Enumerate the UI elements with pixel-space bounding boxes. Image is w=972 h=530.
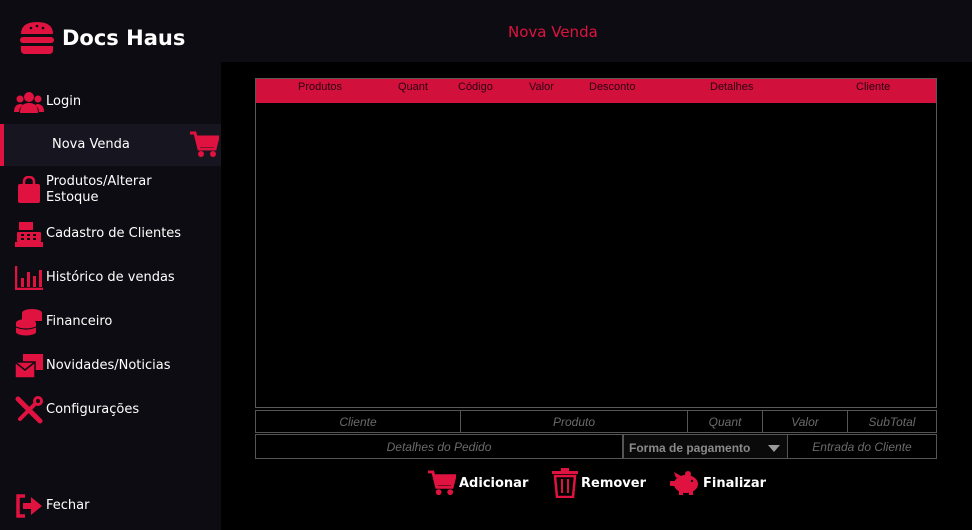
produto-field[interactable]: Produto <box>460 410 688 433</box>
piggy-bank-icon <box>670 471 698 495</box>
sidebar-item-label: Configurações <box>46 402 140 417</box>
produto-placeholder: Produto <box>552 414 596 429</box>
users-icon <box>14 87 44 117</box>
coins-icon <box>14 307 44 337</box>
top-bar: Docs Haus Nova Venda <box>0 0 972 62</box>
cash-register-icon <box>14 219 44 249</box>
entrada-field[interactable]: Entrada do Cliente <box>787 434 937 459</box>
sidebar-item-historico[interactable]: Histórico de vendas <box>0 258 221 298</box>
sidebar-item-produtos[interactable]: Produtos/Alterar Estoque <box>0 170 221 210</box>
sidebar-item-label: Histórico de vendas <box>46 270 175 285</box>
sidebar-item-label: Novidades/Noticias <box>46 358 171 373</box>
exit-label: Fechar <box>46 498 90 513</box>
column-header[interactable]: Desconto <box>589 81 635 93</box>
valor-field[interactable]: Valor <box>762 410 848 433</box>
burger-icon <box>20 22 54 54</box>
cliente-field[interactable]: Cliente <box>255 410 461 433</box>
sidebar-item-nova-venda[interactable]: Nova Venda <box>0 124 221 166</box>
valor-placeholder: Valor <box>791 414 819 429</box>
entrada-placeholder: Entrada do Cliente <box>812 439 912 454</box>
cart-icon <box>190 131 219 157</box>
quant-placeholder: Quant <box>708 414 742 429</box>
app-logo: Docs Haus <box>18 20 185 56</box>
sales-table[interactable]: Produtos Quant Código Valor Desconto Det… <box>255 78 937 408</box>
detalhes-placeholder: Detalhes do Pedido <box>386 439 492 454</box>
bar-chart-icon <box>14 263 44 293</box>
table-header: Produtos Quant Código Valor Desconto Det… <box>256 79 936 103</box>
mail-icon <box>14 351 44 381</box>
finish-button[interactable]: Finalizar <box>670 467 766 499</box>
column-header[interactable]: Código <box>458 81 493 93</box>
page-title: Nova Venda <box>508 23 598 41</box>
sidebar-item-label: Login <box>46 94 82 109</box>
chevron-down-icon <box>768 445 780 452</box>
column-header[interactable]: Valor <box>529 81 554 93</box>
payment-method-label: Forma de pagamento <box>629 441 751 455</box>
detalhes-field[interactable]: Detalhes do Pedido <box>255 434 623 459</box>
cart-icon <box>428 470 456 496</box>
add-label: Adicionar <box>459 475 529 491</box>
sidebar-item-label: Financeiro <box>46 314 113 329</box>
finish-label: Finalizar <box>703 475 767 491</box>
subtotal-field[interactable]: SubTotal <box>847 410 937 433</box>
sidebar-item-cadastro-clientes[interactable]: Cadastro de Clientes <box>0 214 221 254</box>
payment-method-select[interactable]: Forma de pagamento <box>623 434 788 459</box>
trash-icon <box>552 468 578 498</box>
exit-button[interactable]: Fechar <box>0 486 221 526</box>
column-header[interactable]: Produtos <box>298 81 342 93</box>
sidebar-item-label: Cadastro de Clientes <box>46 226 182 241</box>
app-name: Docs Haus <box>62 26 186 50</box>
column-header[interactable]: Cliente <box>856 81 890 93</box>
remove-label: Remover <box>581 475 647 491</box>
tools-icon <box>14 395 44 425</box>
sidebar-item-label: Nova Venda <box>52 137 130 152</box>
sidebar-item-novidades[interactable]: Novidades/Noticias <box>0 346 221 386</box>
remove-button[interactable]: Remover <box>552 467 646 499</box>
shopping-bag-icon <box>14 175 44 205</box>
sign-out-icon <box>14 491 44 521</box>
sidebar-item-financeiro[interactable]: Financeiro <box>0 302 221 342</box>
column-header[interactable]: Detalhes <box>710 81 753 93</box>
cliente-placeholder: Cliente <box>339 414 377 429</box>
sidebar-item-configuracoes[interactable]: Configurações <box>0 390 221 430</box>
subtotal-placeholder: SubTotal <box>868 414 916 429</box>
add-button[interactable]: Adicionar <box>428 467 528 499</box>
column-header[interactable]: Quant <box>398 81 428 93</box>
active-indicator <box>0 124 4 166</box>
sidebar-item-label: Produtos/Alterar Estoque <box>46 174 152 205</box>
sidebar: Login Nova Venda Produtos/Alterar Estoqu… <box>0 62 221 530</box>
quant-field[interactable]: Quant <box>687 410 763 433</box>
sidebar-item-login[interactable]: Login <box>0 82 221 122</box>
